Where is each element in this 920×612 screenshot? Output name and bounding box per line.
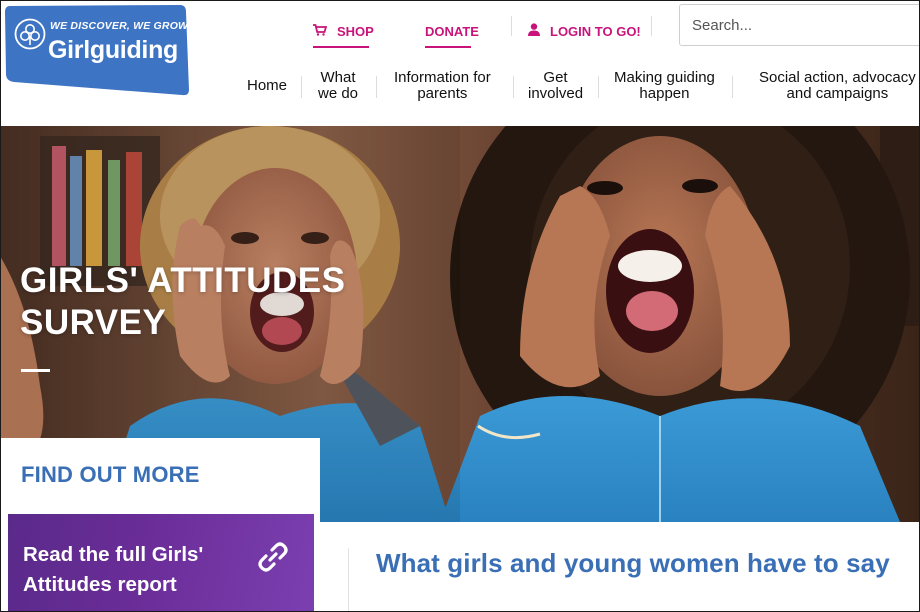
read-report-label-line2: Attitudes report (23, 573, 177, 596)
shop-underline (313, 46, 369, 48)
nav-divider (513, 76, 514, 98)
nav-home-label: Home (247, 77, 288, 94)
nav-what-we-do[interactable]: What we do (318, 70, 358, 102)
nav-making-guiding-happen[interactable]: Making guiding happen (614, 70, 715, 102)
nav-label-line2: and campaigns (786, 85, 889, 102)
donate-label: DONATE (425, 23, 479, 39)
hero-title-line1: GIRLS' ATTITUDES (20, 261, 346, 300)
nav-label-line2: parents (417, 85, 468, 102)
girlguiding-logo[interactable]: WE DISCOVER, WE GROW Girlguiding (4, 4, 190, 96)
hero-title: GIRLS' ATTITUDES SURVEY (20, 260, 345, 344)
search-box (679, 4, 920, 46)
link-icon (258, 542, 288, 572)
main-heading: What girls and young women have to say (376, 548, 890, 578)
nav-label-line2: happen (639, 85, 690, 102)
shop-label: SHOP (337, 23, 374, 39)
nav-social-action[interactable]: Social action, advocacy and campaigns (759, 70, 916, 102)
login-label: LOGIN TO GO! (550, 23, 641, 39)
nav-divider (732, 76, 733, 98)
logo-tagline: WE DISCOVER, WE GROW (50, 20, 189, 32)
nav-label-line2: we do (318, 85, 359, 102)
donate-underline (425, 46, 471, 48)
hero-title-line2: SURVEY (20, 303, 167, 342)
shopping-cart-icon (313, 23, 328, 39)
find-out-more-heading: FIND OUT MORE (21, 462, 200, 487)
utility-divider (651, 16, 652, 36)
read-report-label: Read the full Girls' Attitudes report (23, 540, 203, 600)
shop-link[interactable]: SHOP (313, 14, 374, 48)
nav-divider (301, 76, 302, 98)
nav-label-line1: Information for (394, 69, 491, 86)
nav-label-line1: Social action, advocacy (759, 69, 916, 86)
trefoil-icon (14, 18, 46, 50)
hero-divider (21, 369, 50, 372)
content-divider (348, 548, 349, 612)
nav-divider (598, 76, 599, 98)
login-link[interactable]: LOGIN TO GO! (528, 14, 641, 48)
logo-wordmark: Girlguiding (48, 36, 179, 64)
nav-home[interactable]: Home (247, 78, 287, 94)
nav-label-line2: involved (528, 85, 584, 102)
site-header: WE DISCOVER, WE GROW Girlguiding SHOP DO… (0, 0, 920, 126)
search-input[interactable] (680, 5, 920, 45)
read-report-button[interactable]: Read the full Girls' Attitudes report (8, 514, 314, 612)
nav-information-for-parents[interactable]: Information for parents (394, 70, 491, 102)
donate-link[interactable]: DONATE (425, 14, 479, 48)
read-report-label-line1: Read the full Girls' (23, 543, 204, 566)
nav-label-line1: Get (543, 69, 568, 86)
nav-label-line1: Making guiding (614, 69, 715, 86)
nav-get-involved[interactable]: Get involved (528, 70, 583, 102)
utility-divider (511, 16, 512, 36)
nav-label-line1: What (320, 69, 356, 86)
user-icon (528, 23, 540, 39)
nav-divider (376, 76, 377, 98)
